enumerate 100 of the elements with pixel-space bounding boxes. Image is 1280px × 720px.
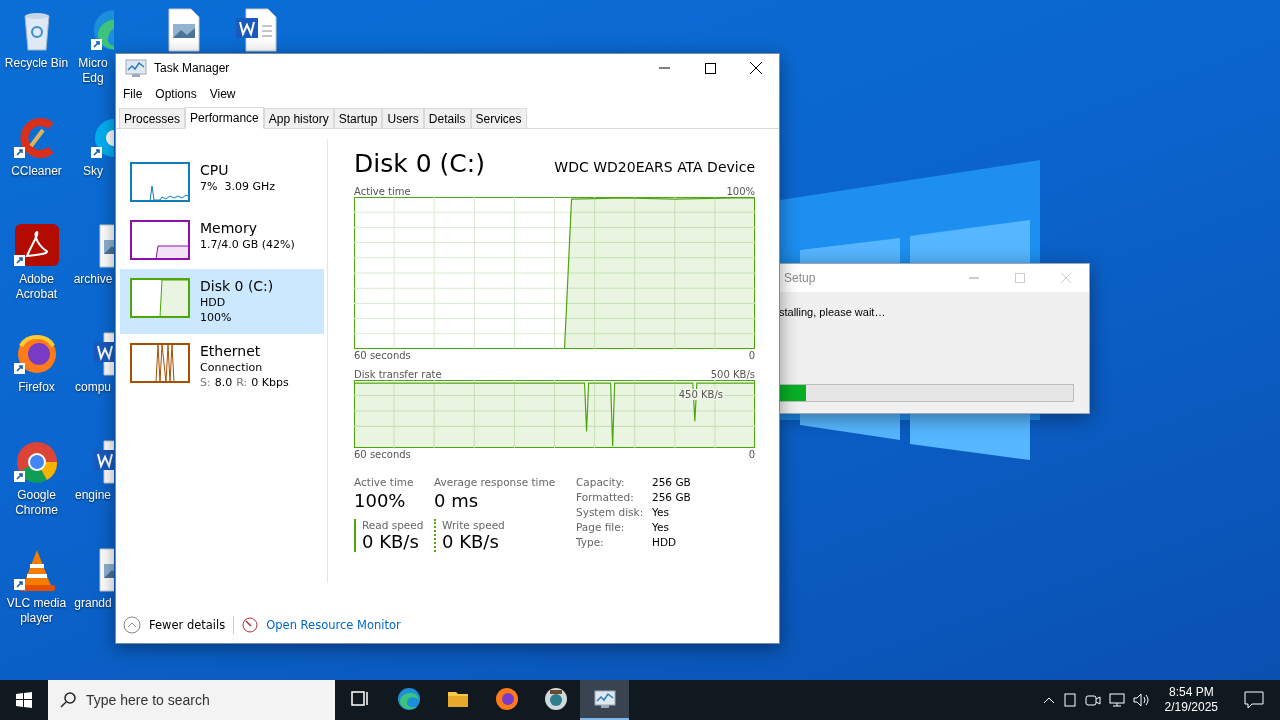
- speaker-icon[interactable]: [1132, 693, 1151, 707]
- tab[interactable]: Processes: [119, 108, 186, 128]
- search-field[interactable]: Type here to search: [48, 680, 335, 720]
- tab[interactable]: Users: [382, 108, 424, 128]
- tab[interactable]: Details: [423, 108, 471, 128]
- speed-value: 0 KB/s: [362, 531, 420, 552]
- menu-item[interactable]: View: [209, 86, 236, 101]
- property-label: System disk:: [576, 506, 645, 518]
- metric-value: 0 ms: [434, 490, 480, 511]
- window-title: Task Manager: [154, 61, 231, 75]
- stat-label: R:: [236, 375, 248, 390]
- tablet-icon[interactable]: [1062, 693, 1077, 707]
- mini-graph-icon: [130, 278, 190, 318]
- property-label: Capacity:: [576, 476, 626, 488]
- windows-logo-icon: [16, 692, 32, 708]
- graph-max: 500 KB/s: [710, 369, 755, 380]
- resource-name: Ethernet: [200, 342, 262, 360]
- property-value: Yes: [652, 506, 670, 518]
- minimize-icon: [969, 277, 979, 279]
- metric-value: 100%: [354, 490, 407, 511]
- tab[interactable]: Performance: [185, 107, 264, 129]
- speed-label: Read speed: [362, 519, 425, 531]
- fewer-details-button[interactable]: Fewer details: [149, 618, 226, 632]
- stat-label: S:: [200, 375, 211, 390]
- resource-name: Memory: [200, 219, 258, 237]
- graph-label: Disk transfer rate: [354, 369, 442, 380]
- desktop-icon-label[interactable]: Google Chrome: [0, 488, 73, 518]
- property-value: 256 GB: [652, 476, 691, 488]
- menu-item[interactable]: File: [123, 86, 143, 101]
- clock-date[interactable]: 2/19/2025: [1164, 700, 1218, 715]
- device-name: WDC WD20EARS ATA Device: [554, 159, 755, 175]
- mini-graph-icon: [130, 220, 190, 260]
- graph-max: 100%: [726, 186, 755, 197]
- desktop-icon-label[interactable]: VLC media player: [0, 596, 73, 626]
- panel-title: Disk 0 (C:): [354, 149, 485, 178]
- metric-label: Average response time: [434, 476, 556, 488]
- desktop-icon-label[interactable]: compu: [73, 380, 113, 395]
- property-label: Page file:: [576, 521, 626, 533]
- close-icon: [1061, 273, 1071, 283]
- edge-icon[interactable]: [90, 8, 114, 52]
- resource-item[interactable]: Ethernet Connection S: 8.0 R: 0 Kbps: [120, 334, 324, 399]
- graph-label: Active time: [354, 186, 411, 197]
- graph-scale: 450 KB/s: [676, 389, 725, 400]
- speed-label: Write speed: [442, 519, 506, 531]
- clock-time[interactable]: 8:54 PM: [1168, 685, 1214, 700]
- desktop-icon-label[interactable]: CCleaner: [0, 164, 73, 179]
- task-manager-icon[interactable]: [592, 687, 617, 711]
- property-label: Formatted:: [576, 491, 635, 503]
- desktop-icon-label[interactable]: Adobe Acrobat: [0, 272, 73, 302]
- minimize-icon: [658, 67, 670, 69]
- property-label: Type:: [576, 536, 605, 548]
- graph-time: 60 seconds: [354, 350, 411, 361]
- resource-monitor-link[interactable]: Open Resource Monitor: [266, 618, 401, 632]
- metric-label: Active time: [354, 476, 414, 488]
- speed-value: 0 KB/s: [442, 531, 500, 552]
- search-icon: [60, 692, 76, 708]
- firefox-icon[interactable]: [494, 687, 519, 711]
- desktop-icon-label[interactable]: grandd: [73, 596, 113, 611]
- resource-detail: 100%: [200, 310, 233, 325]
- network-icon[interactable]: [1108, 693, 1125, 707]
- resource-detail: HDD: [200, 295, 227, 310]
- resource-item[interactable]: CPU 7% 3.09 GHz: [120, 153, 324, 211]
- maximize-icon: [1015, 273, 1025, 283]
- stat-value: 0 Kbps: [251, 375, 289, 390]
- graph-time: 60 seconds: [354, 449, 411, 460]
- maximize-icon: [704, 62, 716, 74]
- window-title: Setup: [784, 271, 817, 285]
- desktop-icon-label[interactable]: Recycle Bin: [0, 56, 73, 71]
- notification-icon[interactable]: [1244, 691, 1264, 709]
- property-value: 256 GB: [652, 491, 691, 503]
- graph-min: 0: [748, 350, 755, 361]
- graph-min: 0: [748, 449, 755, 460]
- mini-graph-icon: [130, 162, 190, 202]
- resource-item[interactable]: Memory 1.7/4.0 GB (42%): [120, 211, 324, 269]
- resource-item[interactable]: Disk 0 (C:) HDD 100%: [120, 269, 324, 334]
- pdf-icon[interactable]: [12, 224, 61, 268]
- globe-icon[interactable]: [543, 687, 568, 711]
- desktop-icon-label[interactable]: archive: [73, 272, 113, 287]
- tab[interactable]: App history: [263, 108, 334, 128]
- gauge-icon: [242, 617, 259, 633]
- resource-detail: 1.7/4.0 GB (42%): [200, 237, 295, 252]
- property-value: HDD: [652, 536, 678, 548]
- menu-item[interactable]: Options: [155, 86, 197, 101]
- desktop-icon-label[interactable]: Sky: [73, 164, 113, 179]
- property-value: Yes: [652, 521, 670, 533]
- resource-name: CPU: [200, 161, 230, 179]
- camera-icon[interactable]: [1084, 693, 1101, 707]
- tab[interactable]: Services: [470, 108, 527, 128]
- close-icon: [750, 62, 762, 74]
- tab[interactable]: Startup: [333, 108, 383, 128]
- resource-name: Disk 0 (C:): [200, 277, 274, 295]
- mini-graph-icon: [130, 343, 190, 383]
- taskbar-button[interactable]: [580, 680, 629, 720]
- edge-icon[interactable]: [396, 687, 421, 711]
- desktop-icon-label[interactable]: Firefox: [0, 380, 73, 395]
- desktop-icon-label[interactable]: Micro Edg: [73, 56, 113, 86]
- desktop-icon-label[interactable]: engine: [73, 488, 113, 503]
- status-message: stalling, please wait…: [779, 306, 887, 318]
- resource-detail: Connection: [200, 360, 264, 375]
- task-manager-icon[interactable]: [124, 56, 148, 80]
